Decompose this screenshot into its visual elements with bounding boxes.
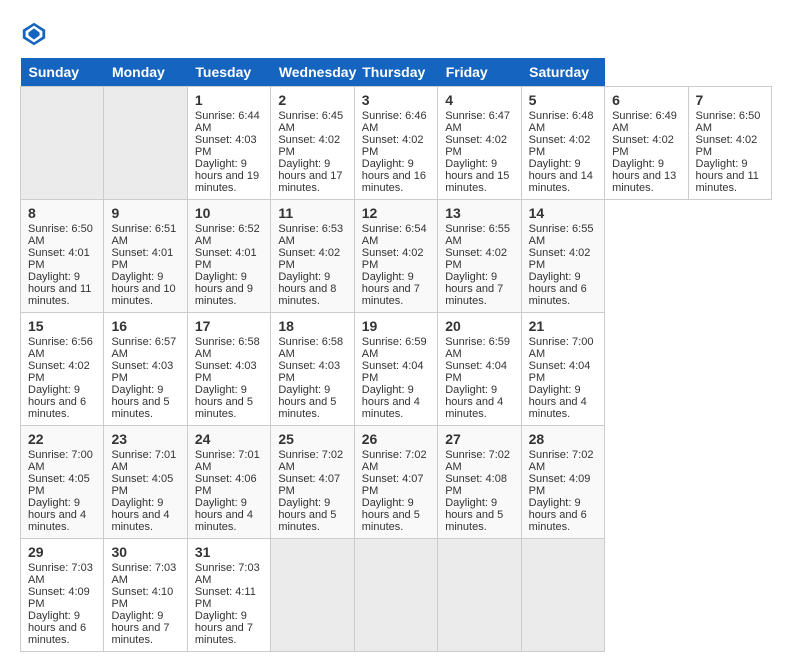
- calendar-cell: [354, 539, 437, 652]
- day-number: 9: [111, 205, 179, 221]
- calendar-cell: 9Sunrise: 6:51 AMSunset: 4:01 PMDaylight…: [104, 200, 187, 313]
- day-number: 29: [28, 544, 96, 560]
- logo-icon: [20, 20, 48, 48]
- calendar-cell: 21Sunrise: 7:00 AMSunset: 4:04 PMDayligh…: [521, 313, 604, 426]
- calendar-cell: [271, 539, 354, 652]
- weekday-header: Thursday: [354, 58, 437, 87]
- weekday-header: Saturday: [521, 58, 604, 87]
- weekday-header: Monday: [104, 58, 187, 87]
- day-number: 8: [28, 205, 96, 221]
- day-number: 17: [195, 318, 263, 334]
- calendar-cell: 23Sunrise: 7:01 AMSunset: 4:05 PMDayligh…: [104, 426, 187, 539]
- day-number: 16: [111, 318, 179, 334]
- calendar-cell: 19Sunrise: 6:59 AMSunset: 4:04 PMDayligh…: [354, 313, 437, 426]
- weekday-header: Sunday: [21, 58, 104, 87]
- day-number: 12: [362, 205, 430, 221]
- weekday-header: Wednesday: [271, 58, 354, 87]
- calendar-week-row: 22Sunrise: 7:00 AMSunset: 4:05 PMDayligh…: [21, 426, 772, 539]
- day-number: 7: [696, 92, 765, 108]
- calendar-cell: 11Sunrise: 6:53 AMSunset: 4:02 PMDayligh…: [271, 200, 354, 313]
- day-number: 31: [195, 544, 263, 560]
- day-number: 30: [111, 544, 179, 560]
- calendar-cell: 24Sunrise: 7:01 AMSunset: 4:06 PMDayligh…: [187, 426, 270, 539]
- calendar-cell: 7Sunrise: 6:50 AMSunset: 4:02 PMDaylight…: [688, 87, 772, 200]
- calendar-cell: 28Sunrise: 7:02 AMSunset: 4:09 PMDayligh…: [521, 426, 604, 539]
- calendar-cell: 22Sunrise: 7:00 AMSunset: 4:05 PMDayligh…: [21, 426, 104, 539]
- calendar-cell-empty: [21, 87, 104, 200]
- day-number: 2: [278, 92, 346, 108]
- day-number: 11: [278, 205, 346, 221]
- day-number: 13: [445, 205, 513, 221]
- calendar-cell: 15Sunrise: 6:56 AMSunset: 4:02 PMDayligh…: [21, 313, 104, 426]
- calendar-cell: 30Sunrise: 7:03 AMSunset: 4:10 PMDayligh…: [104, 539, 187, 652]
- calendar-cell-empty: [104, 87, 187, 200]
- calendar-cell: 12Sunrise: 6:54 AMSunset: 4:02 PMDayligh…: [354, 200, 437, 313]
- day-number: 28: [529, 431, 597, 447]
- day-number: 14: [529, 205, 597, 221]
- calendar-cell: 8Sunrise: 6:50 AMSunset: 4:01 PMDaylight…: [21, 200, 104, 313]
- calendar-cell: 5Sunrise: 6:48 AMSunset: 4:02 PMDaylight…: [521, 87, 604, 200]
- logo: [20, 20, 52, 48]
- day-number: 23: [111, 431, 179, 447]
- calendar-cell: 14Sunrise: 6:55 AMSunset: 4:02 PMDayligh…: [521, 200, 604, 313]
- calendar-table: SundayMondayTuesdayWednesdayThursdayFrid…: [20, 58, 772, 652]
- calendar-cell: 25Sunrise: 7:02 AMSunset: 4:07 PMDayligh…: [271, 426, 354, 539]
- calendar-cell: 20Sunrise: 6:59 AMSunset: 4:04 PMDayligh…: [438, 313, 521, 426]
- day-number: 10: [195, 205, 263, 221]
- day-number: 1: [195, 92, 263, 108]
- day-number: 6: [612, 92, 680, 108]
- calendar-week-row: 8Sunrise: 6:50 AMSunset: 4:01 PMDaylight…: [21, 200, 772, 313]
- calendar-cell: 4Sunrise: 6:47 AMSunset: 4:02 PMDaylight…: [438, 87, 521, 200]
- day-number: 26: [362, 431, 430, 447]
- calendar-week-row: 1Sunrise: 6:44 AMSunset: 4:03 PMDaylight…: [21, 87, 772, 200]
- day-number: 24: [195, 431, 263, 447]
- calendar-cell: [521, 539, 604, 652]
- calendar-cell: 18Sunrise: 6:58 AMSunset: 4:03 PMDayligh…: [271, 313, 354, 426]
- calendar-cell: 17Sunrise: 6:58 AMSunset: 4:03 PMDayligh…: [187, 313, 270, 426]
- calendar-cell: 16Sunrise: 6:57 AMSunset: 4:03 PMDayligh…: [104, 313, 187, 426]
- weekday-header: Tuesday: [187, 58, 270, 87]
- calendar-cell: 3Sunrise: 6:46 AMSunset: 4:02 PMDaylight…: [354, 87, 437, 200]
- calendar-cell: 26Sunrise: 7:02 AMSunset: 4:07 PMDayligh…: [354, 426, 437, 539]
- day-number: 27: [445, 431, 513, 447]
- calendar-week-row: 29Sunrise: 7:03 AMSunset: 4:09 PMDayligh…: [21, 539, 772, 652]
- weekday-header-row: SundayMondayTuesdayWednesdayThursdayFrid…: [21, 58, 772, 87]
- calendar-cell: 1Sunrise: 6:44 AMSunset: 4:03 PMDaylight…: [187, 87, 270, 200]
- day-number: 5: [529, 92, 597, 108]
- day-number: 20: [445, 318, 513, 334]
- page-header: [20, 20, 772, 48]
- calendar-cell: 2Sunrise: 6:45 AMSunset: 4:02 PMDaylight…: [271, 87, 354, 200]
- day-number: 25: [278, 431, 346, 447]
- calendar-cell: 31Sunrise: 7:03 AMSunset: 4:11 PMDayligh…: [187, 539, 270, 652]
- calendar-week-row: 15Sunrise: 6:56 AMSunset: 4:02 PMDayligh…: [21, 313, 772, 426]
- weekday-header: Friday: [438, 58, 521, 87]
- day-number: 21: [529, 318, 597, 334]
- calendar-cell: 6Sunrise: 6:49 AMSunset: 4:02 PMDaylight…: [605, 87, 688, 200]
- calendar-cell: 10Sunrise: 6:52 AMSunset: 4:01 PMDayligh…: [187, 200, 270, 313]
- day-number: 22: [28, 431, 96, 447]
- day-number: 18: [278, 318, 346, 334]
- day-number: 15: [28, 318, 96, 334]
- day-number: 4: [445, 92, 513, 108]
- calendar-cell: 29Sunrise: 7:03 AMSunset: 4:09 PMDayligh…: [21, 539, 104, 652]
- calendar-cell: 13Sunrise: 6:55 AMSunset: 4:02 PMDayligh…: [438, 200, 521, 313]
- calendar-cell: [438, 539, 521, 652]
- calendar-cell: 27Sunrise: 7:02 AMSunset: 4:08 PMDayligh…: [438, 426, 521, 539]
- day-number: 19: [362, 318, 430, 334]
- day-number: 3: [362, 92, 430, 108]
